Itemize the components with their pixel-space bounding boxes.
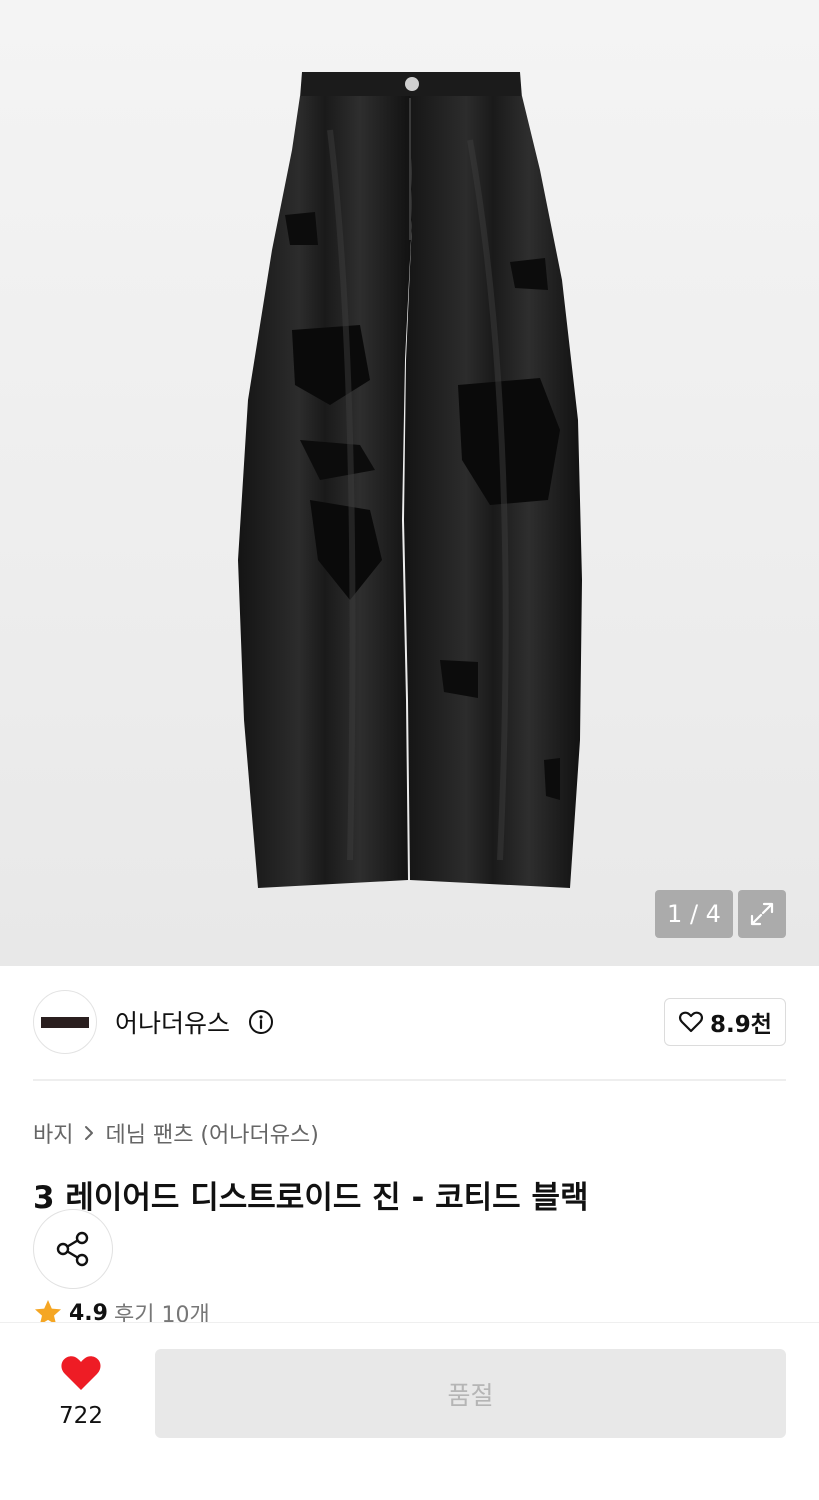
chevron-right-icon bbox=[85, 1126, 94, 1140]
expand-icon bbox=[750, 902, 774, 926]
breadcrumb-subcategory[interactable]: 데님 팬츠 (어나더유스) bbox=[105, 1117, 318, 1149]
breadcrumb: 바지 데님 팬츠 (어나더유스) bbox=[33, 1117, 319, 1149]
wish-button[interactable]: 722 bbox=[50, 1353, 112, 1429]
brand-logo[interactable] bbox=[33, 990, 97, 1054]
expand-button[interactable] bbox=[738, 890, 786, 938]
share-icon bbox=[56, 1231, 89, 1267]
product-photo bbox=[238, 72, 582, 888]
soldout-button[interactable]: 품절 bbox=[155, 1349, 786, 1438]
bottom-action-bar: 722 품절 bbox=[0, 1322, 819, 1500]
brand-like-count: 8.9천 bbox=[710, 1012, 772, 1038]
wish-count: 722 bbox=[59, 1403, 103, 1429]
share-button[interactable] bbox=[33, 1209, 113, 1289]
brand-row: 어나더유스 8.9천 bbox=[33, 990, 786, 1056]
heart-filled-icon bbox=[61, 1356, 101, 1390]
image-counter: 1 / 4 bbox=[655, 890, 733, 938]
divider bbox=[33, 1079, 786, 1081]
brand-like-button[interactable]: 8.9천 bbox=[664, 998, 786, 1046]
brand-name[interactable]: 어나더유스 bbox=[115, 1004, 230, 1040]
product-title: 3 레이어드 디스트로이드 진 - 코티드 블랙 bbox=[33, 1180, 589, 1216]
breadcrumb-category[interactable]: 바지 bbox=[33, 1117, 73, 1149]
heart-outline-icon bbox=[679, 1011, 704, 1033]
info-icon[interactable] bbox=[248, 1009, 274, 1035]
product-image-gallery[interactable]: 1 / 4 bbox=[0, 0, 819, 966]
